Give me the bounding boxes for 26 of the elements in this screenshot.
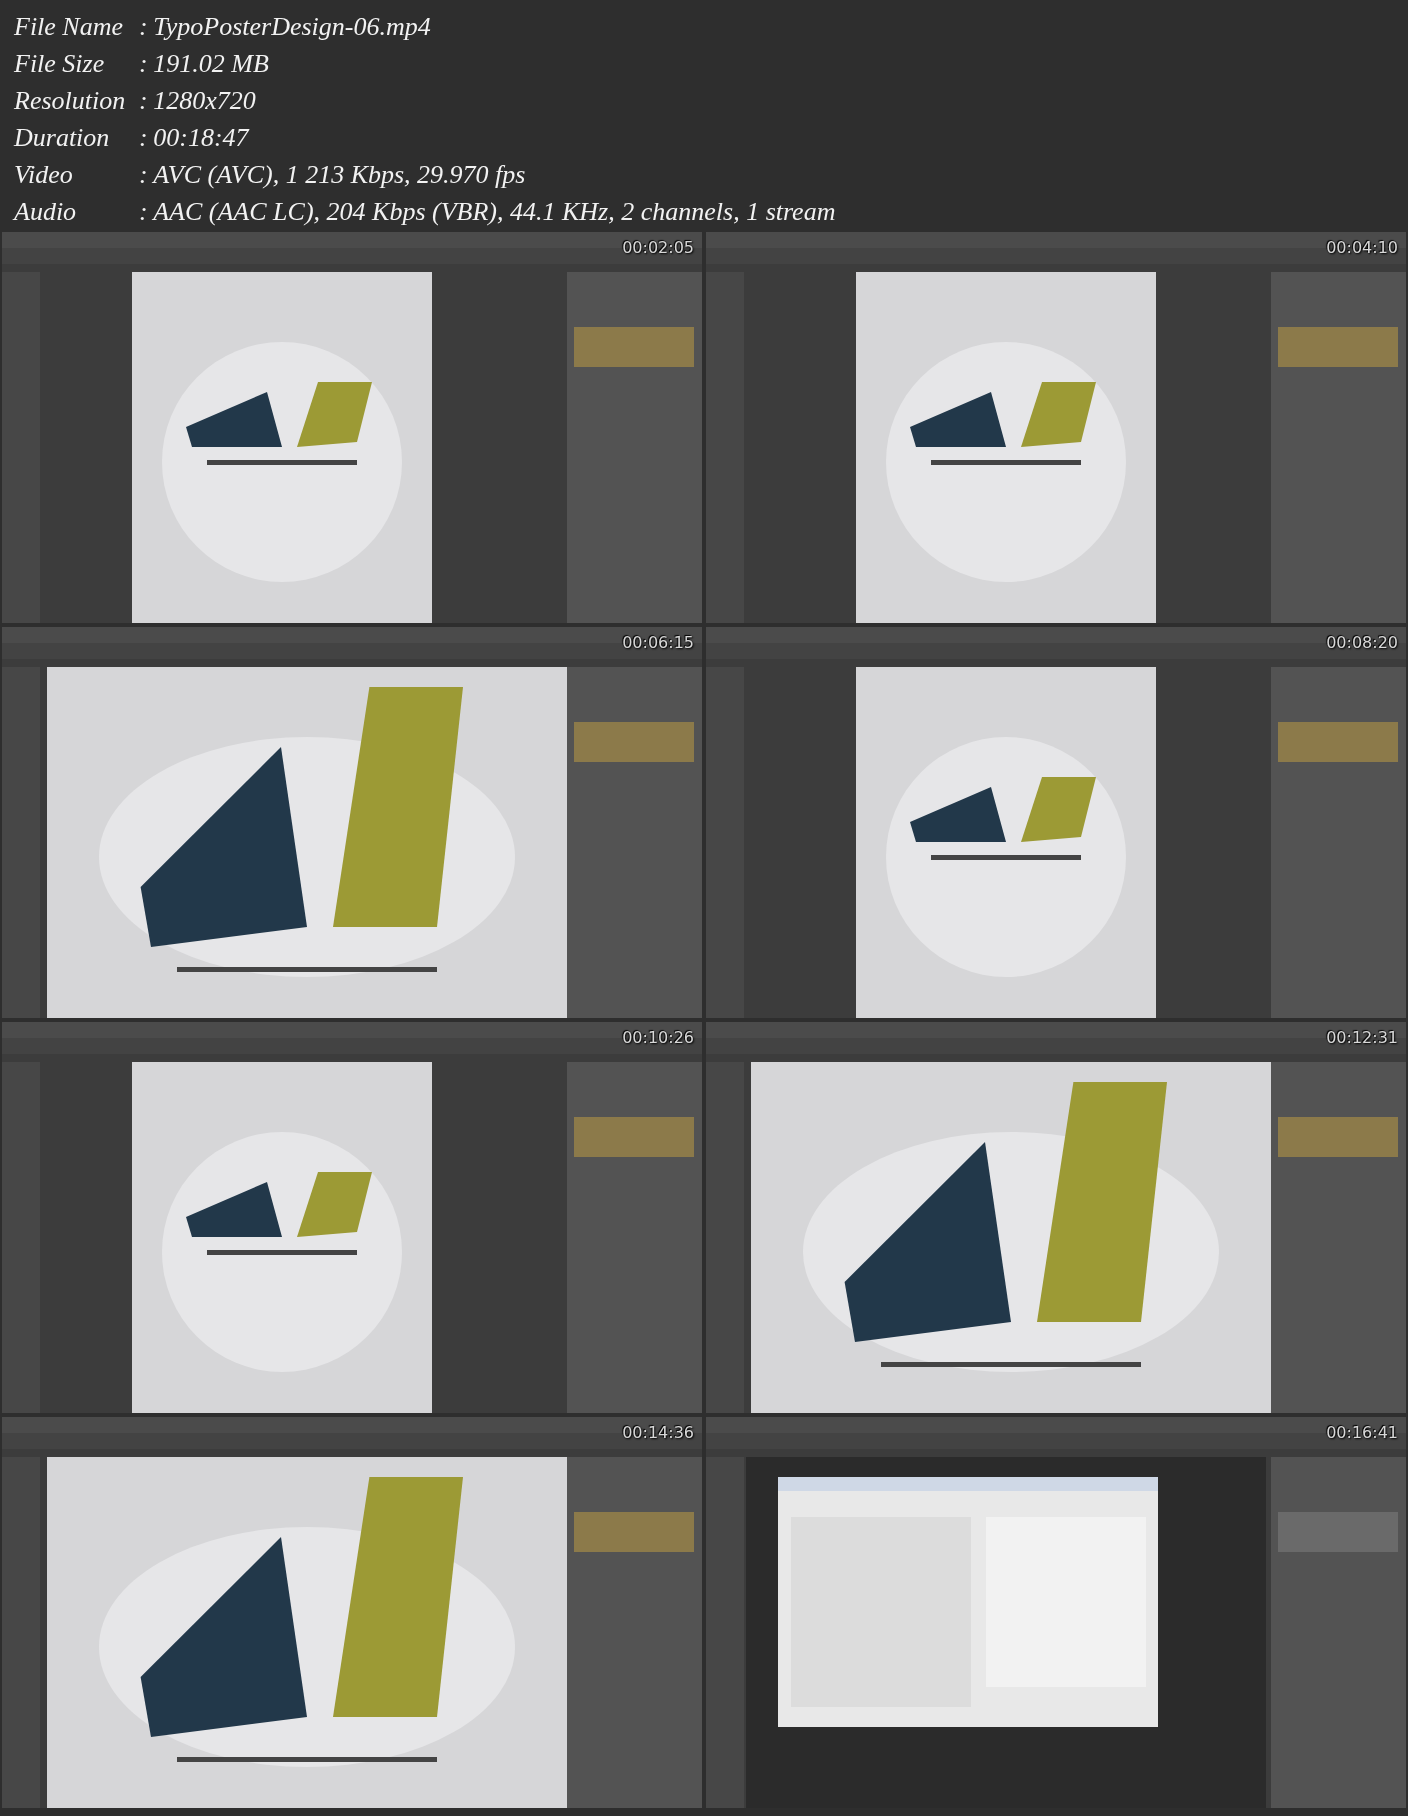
info-separator: : [137, 11, 149, 42]
timestamp: 00:08:20 [1326, 633, 1398, 652]
info-separator: : [137, 48, 149, 79]
info-separator: : [137, 85, 149, 116]
info-value: TypoPosterDesign-06.mp4 [153, 11, 432, 42]
info-label: File Name [14, 11, 125, 42]
info-label: File Size [14, 48, 106, 79]
info-label: Resolution [14, 85, 126, 116]
timestamp: 00:14:36 [622, 1423, 694, 1442]
timestamp: 00:12:31 [1326, 1028, 1398, 1047]
info-value: 00:18:47 [153, 122, 251, 153]
timestamp: 00:10:26 [622, 1028, 694, 1047]
info-value: 1280x720 [153, 85, 257, 116]
info-value: AVC (AVC), 1 213 Kbps, 29.970 fps [153, 159, 527, 190]
info-label: Audio [14, 196, 78, 227]
info-value: AAC (AAC LC), 204 Kbps (VBR), 44.1 KHz, 2 channels, 1 stream [153, 196, 837, 227]
info-value: 191.02 MB [153, 48, 270, 79]
timestamp: 00:04:10 [1326, 238, 1398, 257]
info-separator: : [137, 196, 149, 227]
info-label: Duration [14, 122, 111, 153]
timestamp: 00:06:15 [622, 633, 694, 652]
timestamp: 00:02:05 [622, 238, 694, 257]
info-separator: : [137, 122, 149, 153]
timestamp: 00:16:41 [1326, 1423, 1398, 1442]
info-label: Video [14, 159, 74, 190]
info-separator: : [137, 159, 149, 190]
